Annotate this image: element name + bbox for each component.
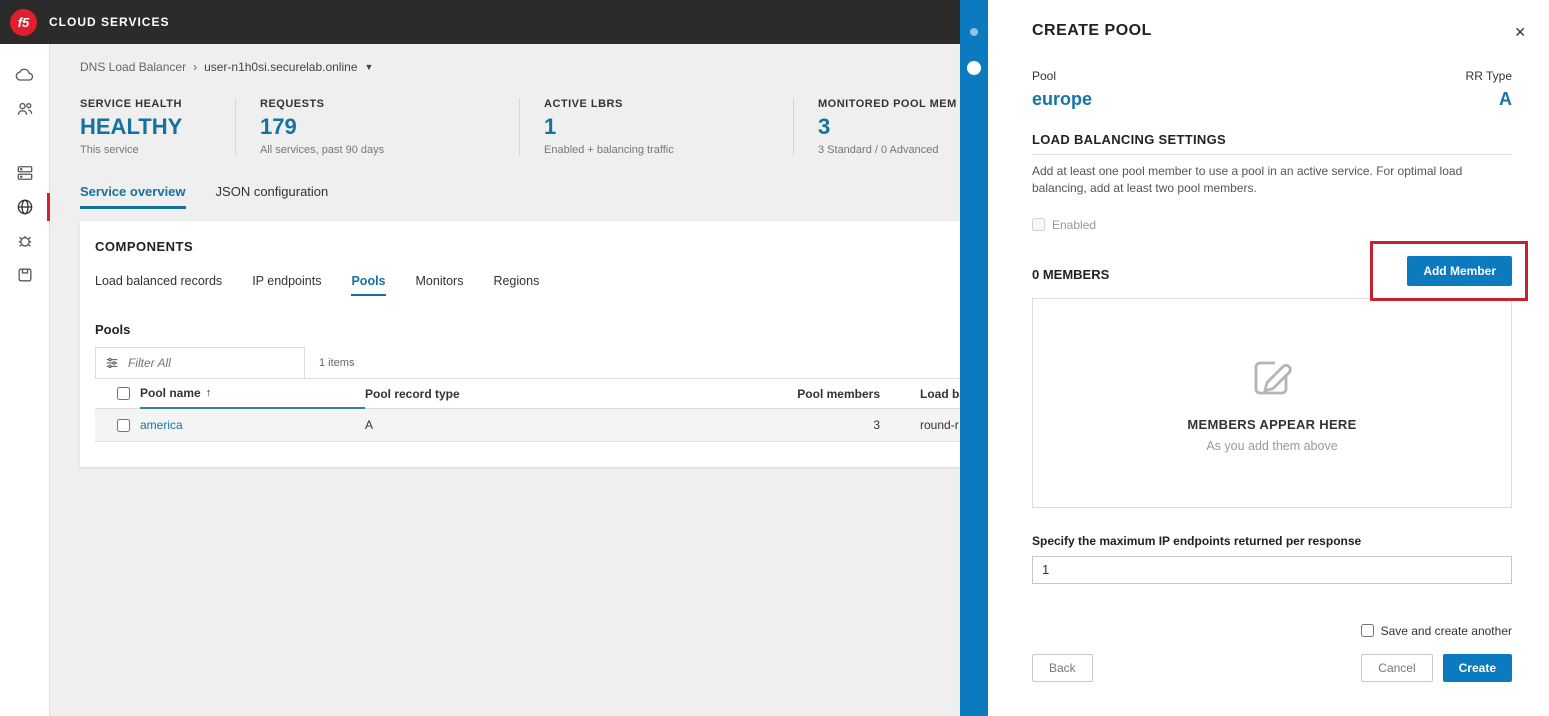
pool-label: Pool xyxy=(1032,69,1057,83)
sort-asc-icon[interactable]: ↑ xyxy=(206,387,212,399)
sidebar-item-dns-load-balancer[interactable] xyxy=(0,190,50,224)
tab-monitors[interactable]: Monitors xyxy=(416,274,464,296)
enabled-checkbox[interactable] xyxy=(1032,218,1045,232)
enabled-row: Enabled xyxy=(1032,218,1512,232)
rr-type-label: RR Type xyxy=(1465,69,1512,83)
tab-ip-endpoints[interactable]: IP endpoints xyxy=(252,274,321,296)
server-icon xyxy=(17,166,33,180)
members-empty-state: MEMBERS APPEAR HERE As you add them abov… xyxy=(1032,297,1512,508)
tab-service-overview[interactable]: Service overview xyxy=(80,184,186,209)
tab-pools[interactable]: Pools xyxy=(351,274,386,296)
max-ip-label: Specify the maximum IP endpoints returne… xyxy=(1032,533,1362,548)
filter-input[interactable] xyxy=(128,356,288,370)
sidebar-item-users[interactable] xyxy=(0,92,50,126)
pool-value: europe xyxy=(1032,89,1093,109)
globe-icon xyxy=(17,199,33,215)
tab-json-configuration[interactable]: JSON configuration xyxy=(216,184,329,209)
panel-title: CREATE POOL xyxy=(1032,22,1152,39)
cancel-button[interactable]: Cancel xyxy=(1361,653,1433,682)
edit-pencil-icon xyxy=(1254,361,1292,395)
stat-label: ACTIVE LBRS xyxy=(544,98,623,110)
cell-pool-members: 3 xyxy=(873,418,880,432)
archive-icon xyxy=(18,268,32,282)
close-icon[interactable]: ✕ xyxy=(1514,24,1526,41)
breadcrumb-current[interactable]: user-n1h0si.securelab.online xyxy=(204,60,357,74)
col-header-label: Pool name xyxy=(140,386,201,400)
step-2-dot-active[interactable] xyxy=(967,61,981,75)
members-count: 0 MEMBERS xyxy=(1032,266,1110,282)
empty-state-subtitle: As you add them above xyxy=(1206,438,1338,453)
back-button[interactable]: Back xyxy=(1032,653,1093,682)
f5-logo: f5 xyxy=(10,8,37,36)
create-pool-panel: CREATE POOL ✕ Pool europe RR Type A LOAD… xyxy=(988,0,1549,716)
cell-pool-name: america xyxy=(140,409,365,441)
stat-value: HEALTHY xyxy=(80,114,183,139)
sidebar xyxy=(0,44,50,716)
save-another-label: Save and create another xyxy=(1380,623,1512,638)
filter-icon xyxy=(106,357,118,369)
tab-regions[interactable]: Regions xyxy=(493,274,539,296)
sidebar-item-cloud[interactable] xyxy=(0,58,50,92)
members-row: 0 MEMBERS Add Member xyxy=(1032,240,1528,301)
stat-label: REQUESTS xyxy=(260,98,325,110)
bug-icon xyxy=(18,236,32,247)
breadcrumb-root[interactable]: DNS Load Balancer xyxy=(80,60,186,74)
step-1-dot[interactable] xyxy=(970,28,978,36)
save-another-checkbox[interactable] xyxy=(1360,624,1374,638)
pool-meta: Pool europe xyxy=(1032,69,1092,110)
brand-title: CLOUD SERVICES xyxy=(49,15,170,29)
stat-value: 1 xyxy=(544,114,557,139)
select-all-cell xyxy=(95,379,140,408)
active-nav-indicator xyxy=(47,193,50,221)
users-icon xyxy=(17,102,33,115)
row-checkbox[interactable] xyxy=(117,418,130,432)
stat-active-lbrs: ACTIVE LBRS 1 Enabled + balancing traffi… xyxy=(544,98,794,156)
filter-box[interactable] xyxy=(95,347,305,379)
select-all-checkbox[interactable] xyxy=(117,387,130,400)
panel-header: CREATE POOL ✕ xyxy=(1032,22,1526,41)
panel-footer: Back Cancel Create xyxy=(1032,653,1512,682)
add-member-wrapper: Add Member xyxy=(1370,240,1528,301)
stat-value: 179 xyxy=(260,114,297,139)
stat-sub: This service xyxy=(80,144,139,156)
load-balancing-settings-title: LOAD BALANCING SETTINGS xyxy=(1032,132,1226,147)
pool-meta-row: Pool europe RR Type A xyxy=(1032,69,1512,110)
section-divider xyxy=(1032,154,1512,155)
sidebar-item-security[interactable] xyxy=(0,224,50,258)
stat-sub: All services, past 90 days xyxy=(260,144,385,156)
add-member-button[interactable]: Add Member xyxy=(1407,255,1512,286)
col-pool-members[interactable]: Pool members xyxy=(790,387,880,401)
tab-load-balanced-records[interactable]: Load balanced records xyxy=(95,274,222,296)
sidebar-item-apps[interactable] xyxy=(0,258,50,292)
cloud-icon xyxy=(15,68,34,81)
rr-type-meta: RR Type A xyxy=(1466,69,1512,110)
create-button[interactable]: Create xyxy=(1442,653,1512,682)
dropdown-caret-icon[interactable]: ▼ xyxy=(365,62,374,72)
cell-record-type: A xyxy=(365,418,374,432)
enabled-label: Enabled xyxy=(1052,217,1097,232)
footer-actions: Cancel Create xyxy=(1361,653,1512,682)
row-select-cell xyxy=(95,409,140,441)
sidebar-item-servers[interactable] xyxy=(0,156,50,190)
stat-label: SERVICE HEALTH xyxy=(80,98,182,110)
stat-sub: Enabled + balancing traffic xyxy=(544,144,674,156)
col-pool-name[interactable]: Pool name ↑ xyxy=(140,380,365,409)
stat-requests: REQUESTS 179 All services, past 90 days xyxy=(260,98,520,156)
wizard-stepper-strip xyxy=(960,0,988,716)
col-pool-record-type[interactable]: Pool record type xyxy=(365,387,790,401)
empty-state-title: MEMBERS APPEAR HERE xyxy=(1187,416,1357,432)
pool-link-america[interactable]: america xyxy=(140,418,183,432)
max-ip-input[interactable] xyxy=(1032,555,1512,584)
save-another-row: Save and create another xyxy=(1032,624,1512,638)
items-count: 1 items xyxy=(319,356,355,369)
stat-service-health: SERVICE HEALTH HEALTHY This service xyxy=(80,98,236,156)
breadcrumb-separator: › xyxy=(193,60,198,74)
rr-type-value: A xyxy=(1499,89,1512,109)
section-description: Add at least one pool member to use a po… xyxy=(1032,164,1463,196)
